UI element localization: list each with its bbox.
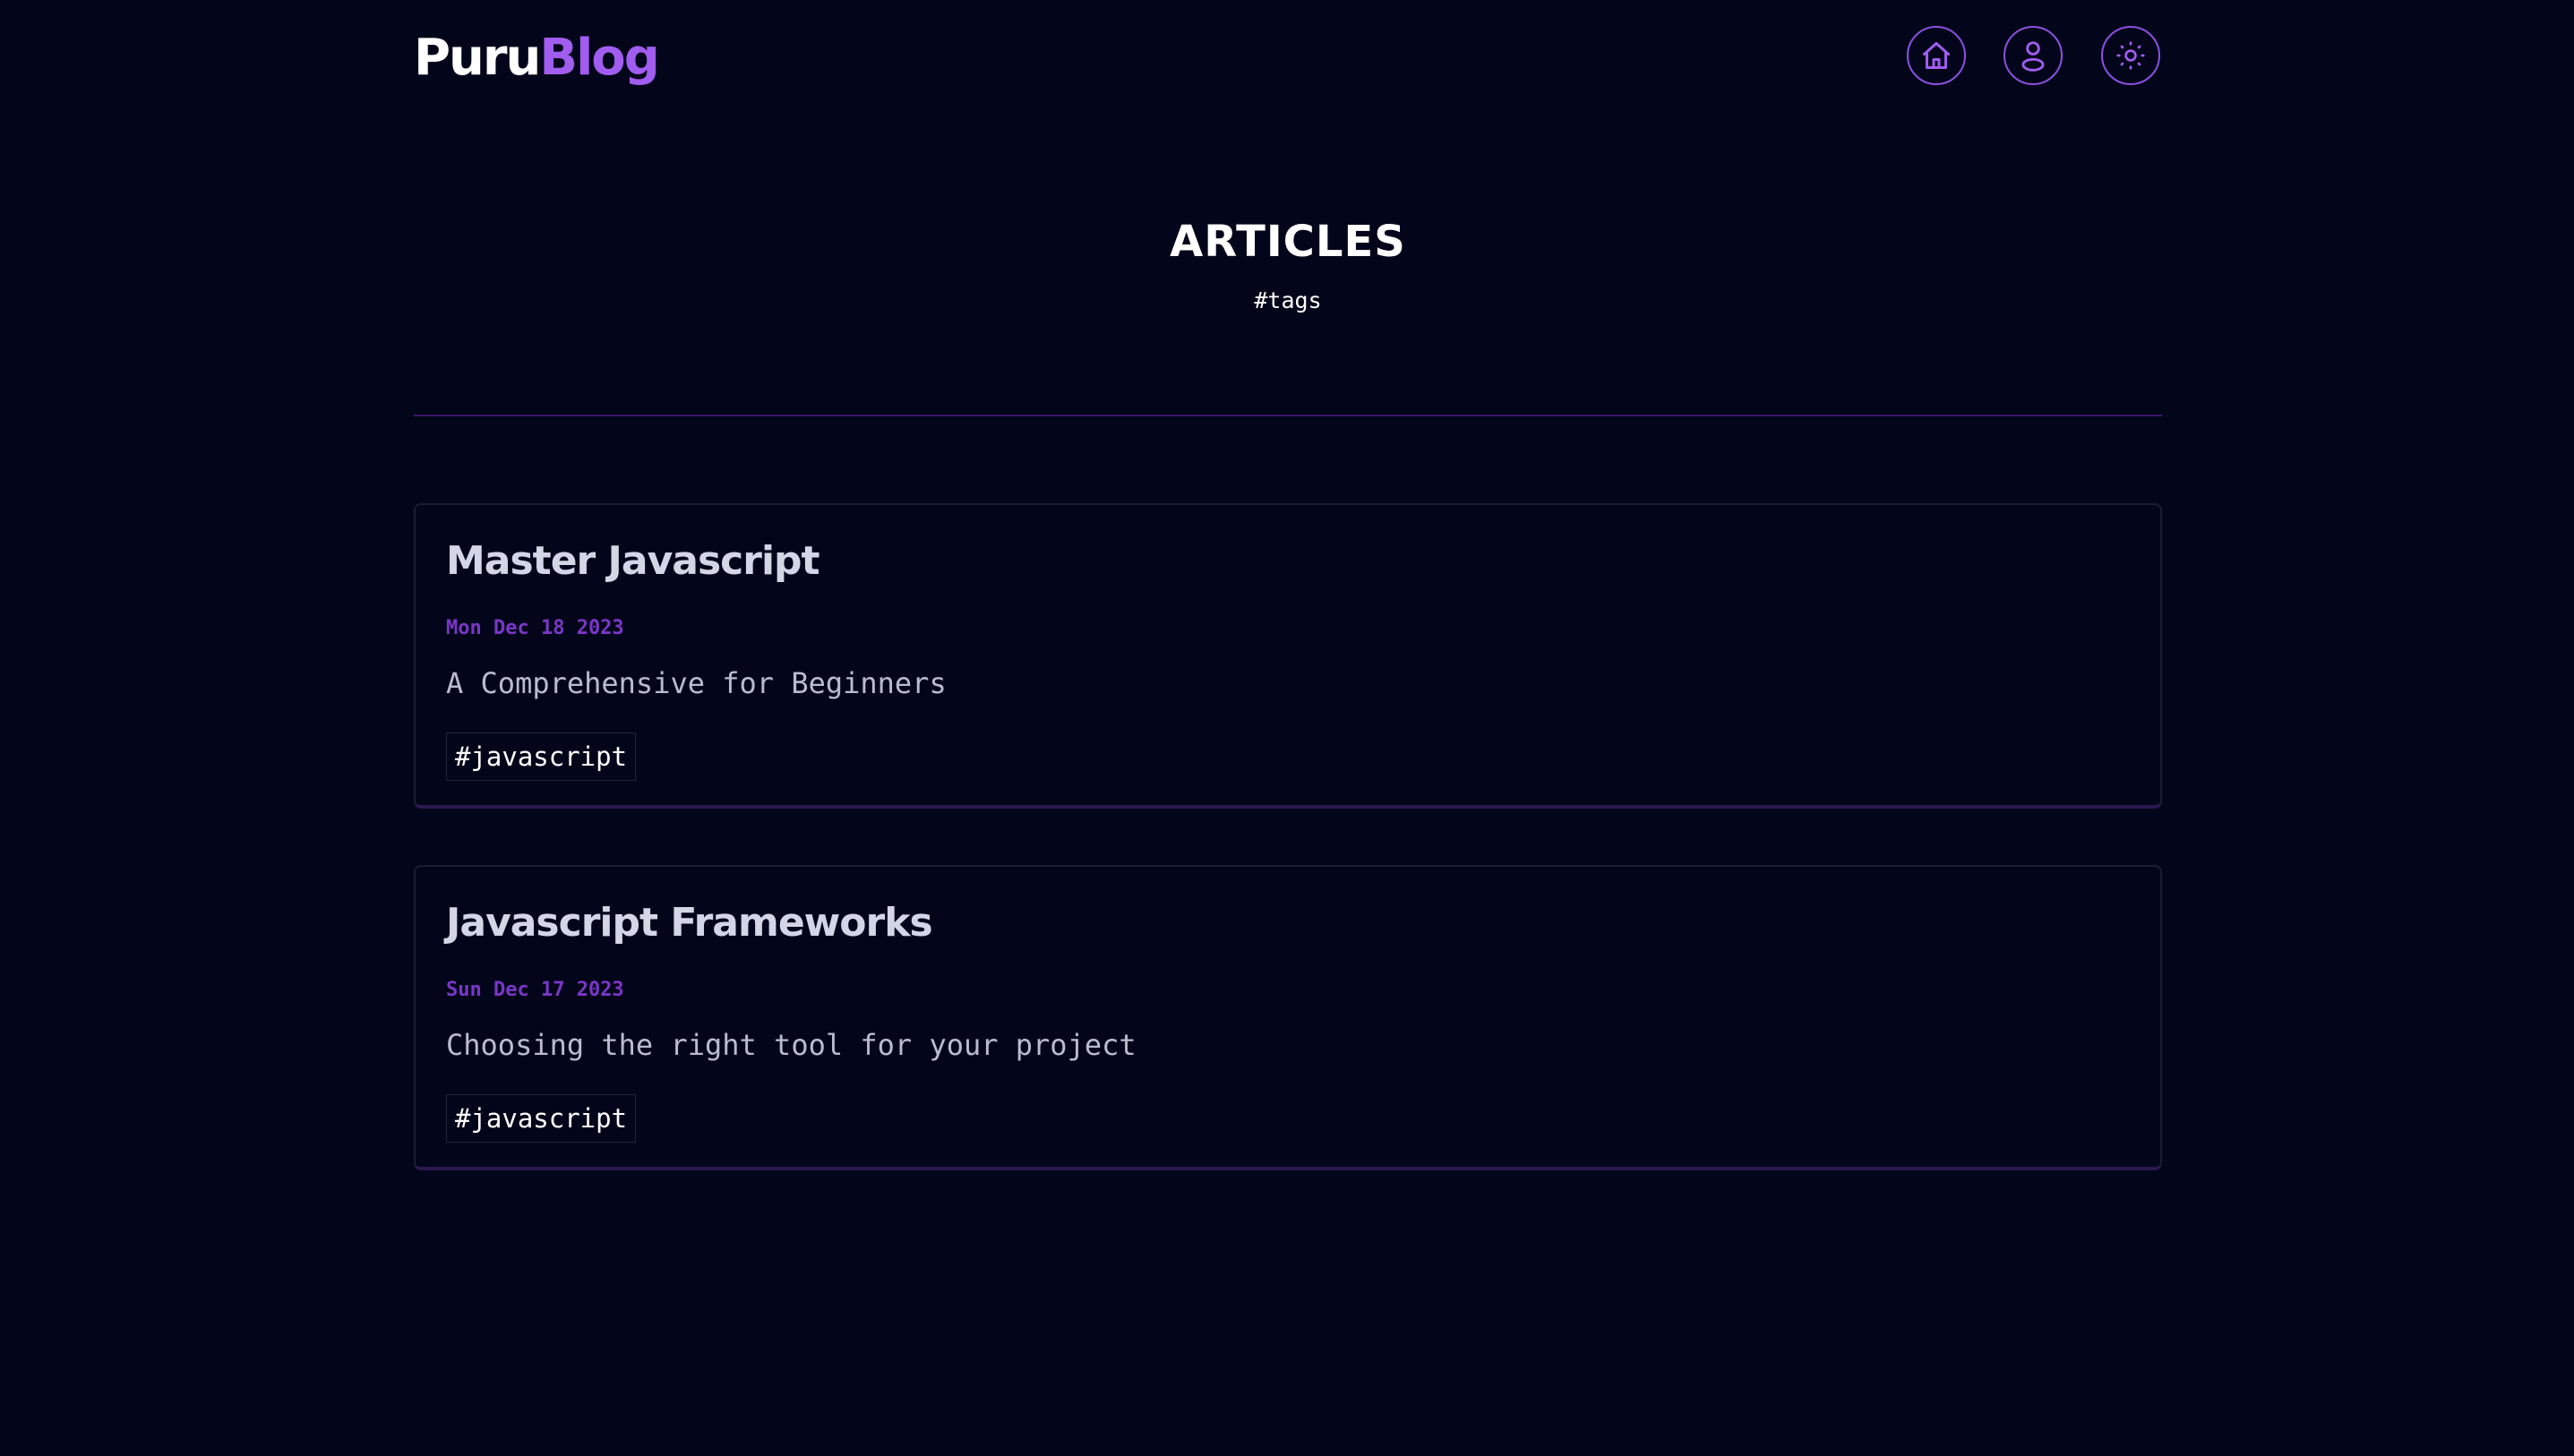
article-title[interactable]: Master Javascript: [446, 535, 820, 587]
home-icon: [1923, 42, 1950, 69]
sun-icon: [2116, 41, 2145, 70]
home-button[interactable]: [1907, 26, 1966, 85]
article-description: Choosing the right tool for your project: [446, 1028, 1137, 1062]
article-tag[interactable]: #javascript: [446, 732, 637, 781]
about-button[interactable]: [2003, 26, 2063, 85]
article-description: A Comprehensive for Beginners: [446, 666, 947, 700]
theme-toggle-button[interactable]: [2101, 26, 2160, 85]
tags-link[interactable]: #tags: [414, 287, 2162, 315]
divider: [414, 415, 2162, 416]
site-header: PuruBlog: [414, 0, 2162, 116]
site-logo[interactable]: PuruBlog: [414, 27, 660, 90]
article-date: Sun Dec 17 2023: [446, 979, 624, 1001]
user-icon: [2021, 41, 2045, 72]
logo-text-puru: Puru: [414, 29, 541, 87]
article-date: Mon Dec 18 2023: [446, 617, 624, 639]
article-tag[interactable]: #javascript: [446, 1094, 637, 1143]
article-card[interactable]: Master Javascript Mon Dec 18 2023 A Comp…: [414, 503, 2162, 809]
logo-text-blog: Blog: [539, 29, 659, 87]
article-title[interactable]: Javascript Frameworks: [446, 897, 933, 949]
page-title: ARTICLES: [1170, 217, 1406, 267]
article-card[interactable]: Javascript Frameworks Sun Dec 17 2023 Ch…: [414, 865, 2162, 1170]
